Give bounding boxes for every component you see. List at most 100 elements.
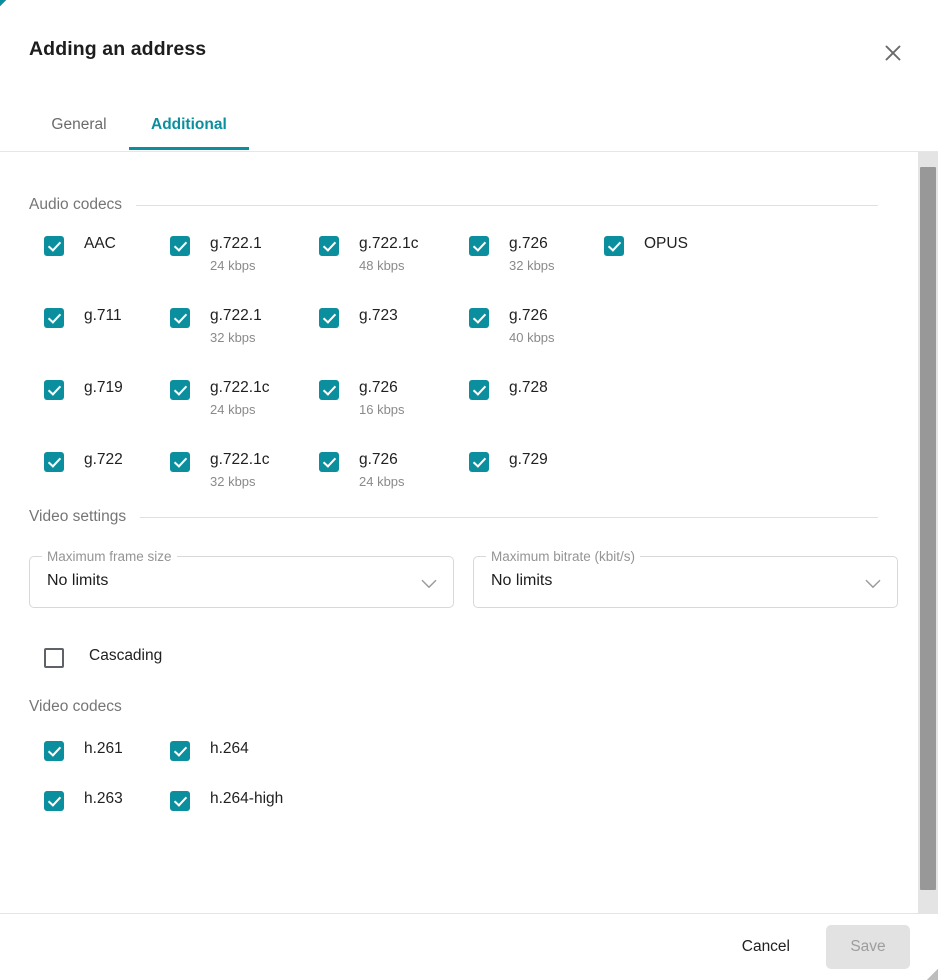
- audio-codec-item[interactable]: g.722.1c 48 kbps: [319, 234, 418, 275]
- audio-codec-item[interactable]: g.719: [44, 378, 123, 400]
- audio-codec-label: OPUS: [644, 235, 688, 252]
- audio-codec-checkbox[interactable]: [170, 236, 190, 256]
- save-button[interactable]: Save: [826, 925, 910, 969]
- audio-codec-item[interactable]: g.722: [44, 450, 123, 472]
- video-codec-item[interactable]: h.264: [170, 739, 249, 761]
- audio-codec-label: g.722.1: [210, 307, 262, 324]
- audio-codec-item[interactable]: g.728: [469, 378, 548, 400]
- max-bitrate-select[interactable]: Maximum bitrate (kbit/s) No limits: [473, 549, 898, 608]
- audio-codec-checkbox[interactable]: [319, 308, 339, 328]
- max-frame-size-value: No limits: [47, 572, 109, 589]
- audio-codec-item[interactable]: g.711: [44, 306, 122, 328]
- audio-codec-label: g.726: [509, 307, 548, 324]
- corner-accent-mark: [0, 0, 7, 7]
- video-codec-item[interactable]: h.263: [44, 789, 123, 811]
- audio-codec-item[interactable]: g.722.1c 32 kbps: [170, 450, 269, 491]
- audio-codec-bitrate: 48 kbps: [359, 258, 405, 273]
- audio-codec-item[interactable]: OPUS: [604, 234, 688, 256]
- audio-codec-checkbox[interactable]: [44, 236, 64, 256]
- audio-codec-text-group: g.722.1c 48 kbps: [359, 234, 418, 275]
- cascading-item[interactable]: Cascading: [44, 646, 162, 668]
- audio-codec-text-group: g.726 24 kbps: [359, 450, 405, 491]
- audio-codec-item[interactable]: g.722.1 32 kbps: [170, 306, 262, 347]
- video-codec-item[interactable]: h.261: [44, 739, 123, 761]
- audio-codecs-grid: AAC g.722.1 24 kbps g.722.1c 48 kbps g.726 32 …: [0, 234, 918, 506]
- audio-codec-label: AAC: [84, 235, 116, 252]
- audio-codec-item[interactable]: g.726 32 kbps: [469, 234, 555, 275]
- dialog-title: Adding an address: [29, 38, 207, 60]
- max-frame-size-select[interactable]: Maximum frame size No limits: [29, 549, 454, 608]
- audio-codec-checkbox[interactable]: [170, 452, 190, 472]
- audio-codec-label: g.723: [359, 307, 398, 324]
- audio-codec-item[interactable]: g.723: [319, 306, 398, 328]
- section-header-audio-codecs: Audio codecs: [29, 194, 878, 216]
- audio-codec-checkbox[interactable]: [319, 380, 339, 400]
- audio-codec-item[interactable]: g.726 16 kbps: [319, 378, 405, 419]
- cancel-button[interactable]: Cancel: [724, 925, 808, 969]
- section-rule-video-settings: [140, 516, 878, 518]
- video-codec-text-group: h.264: [210, 739, 249, 759]
- tab-general[interactable]: General: [29, 100, 129, 150]
- scrollbar-thumb[interactable]: [920, 167, 936, 890]
- video-codec-label: h.264-high: [210, 790, 284, 807]
- audio-codec-item[interactable]: g.726 24 kbps: [319, 450, 405, 491]
- audio-codec-checkbox[interactable]: [469, 380, 489, 400]
- cascading-checkbox[interactable]: [44, 648, 64, 668]
- close-icon: [882, 42, 904, 64]
- audio-codec-checkbox[interactable]: [44, 380, 64, 400]
- video-codec-checkbox[interactable]: [44, 791, 64, 811]
- tab-general-label: General: [51, 116, 107, 133]
- vertical-scrollbar[interactable]: [918, 152, 938, 913]
- audio-codec-checkbox[interactable]: [469, 236, 489, 256]
- max-bitrate-value: No limits: [491, 572, 553, 589]
- add-address-dialog: Adding an address General Additional Aud…: [0, 0, 938, 980]
- audio-codec-text-group: g.726 16 kbps: [359, 378, 405, 419]
- close-button[interactable]: [876, 36, 910, 70]
- audio-codec-label: g.722.1c: [359, 235, 419, 252]
- audio-codec-checkbox[interactable]: [170, 380, 190, 400]
- section-header-video-settings: Video settings: [29, 506, 878, 528]
- audio-codec-item[interactable]: g.729: [469, 450, 548, 472]
- audio-codec-bitrate: 24 kbps: [210, 258, 256, 273]
- audio-codec-item[interactable]: g.722.1c 24 kbps: [170, 378, 269, 419]
- audio-codec-label: g.728: [509, 379, 548, 396]
- audio-codec-label: g.722.1c: [210, 451, 270, 468]
- audio-codec-item[interactable]: g.722.1 24 kbps: [170, 234, 262, 275]
- cascading-text-group: Cascading: [89, 646, 162, 666]
- audio-codec-checkbox[interactable]: [319, 236, 339, 256]
- audio-codec-text-group: g.722.1 32 kbps: [210, 306, 262, 347]
- audio-codec-label: g.719: [84, 379, 123, 396]
- dialog-tabs: General Additional: [0, 100, 938, 152]
- video-settings-selects: Maximum frame size No limits Maximum bitra…: [0, 542, 918, 634]
- audio-codec-checkbox[interactable]: [469, 452, 489, 472]
- audio-codec-label: g.722.1c: [210, 379, 270, 396]
- audio-codec-text-group: g.722.1c 32 kbps: [210, 450, 269, 491]
- audio-codec-label: g.722.1: [210, 235, 262, 252]
- video-codec-label: h.263: [84, 790, 123, 807]
- audio-codec-bitrate: 24 kbps: [210, 402, 256, 417]
- chevron-down-icon: [421, 577, 437, 595]
- audio-codec-checkbox[interactable]: [170, 308, 190, 328]
- audio-codec-text-group: g.719: [84, 378, 123, 398]
- audio-codec-item[interactable]: AAC: [44, 234, 116, 256]
- video-codec-checkbox[interactable]: [170, 741, 190, 761]
- audio-codec-checkbox[interactable]: [604, 236, 624, 256]
- audio-codec-checkbox[interactable]: [469, 308, 489, 328]
- video-codec-text-group: h.263: [84, 789, 123, 809]
- audio-codec-text-group: g.722: [84, 450, 123, 470]
- section-rule-audio: [136, 204, 878, 206]
- audio-codec-label: g.726: [359, 379, 398, 396]
- audio-codec-bitrate: 16 kbps: [359, 402, 405, 417]
- resize-grip[interactable]: [924, 966, 938, 980]
- video-codec-item[interactable]: h.264-high: [170, 789, 283, 811]
- audio-codec-checkbox[interactable]: [319, 452, 339, 472]
- cascading-row: Cascading: [0, 634, 918, 696]
- audio-codec-checkbox[interactable]: [44, 452, 64, 472]
- chevron-down-icon: [865, 577, 881, 595]
- tab-additional[interactable]: Additional: [129, 100, 249, 150]
- audio-codec-text-group: g.723: [359, 306, 398, 326]
- audio-codec-item[interactable]: g.726 40 kbps: [469, 306, 555, 347]
- video-codec-checkbox[interactable]: [44, 741, 64, 761]
- video-codec-checkbox[interactable]: [170, 791, 190, 811]
- audio-codec-checkbox[interactable]: [44, 308, 64, 328]
